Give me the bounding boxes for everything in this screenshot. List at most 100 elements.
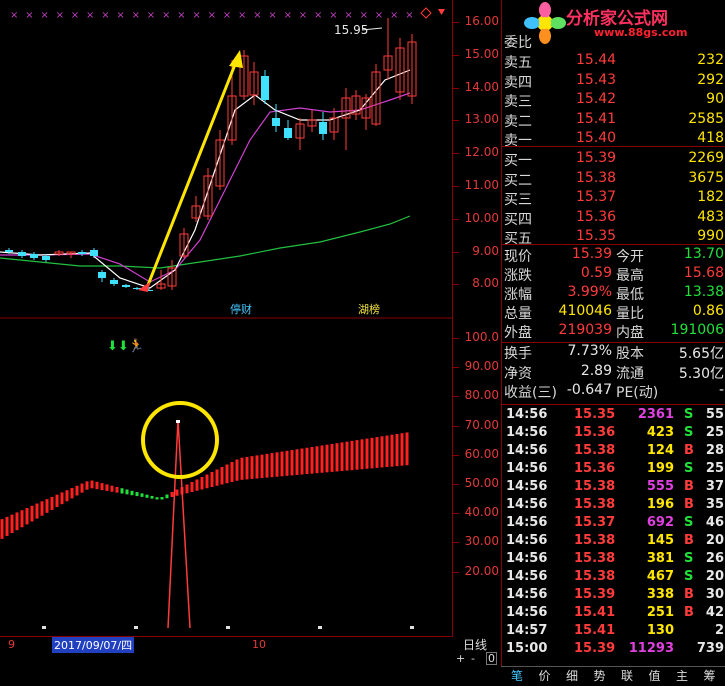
svg-text:×: × [162,10,170,21]
tick-row[interactable]: 14:56 15.35 2361 S 55 [502,407,725,425]
tag-xianbang[interactable]: 湖榜 [358,302,380,316]
tick-price: 15.38 [574,497,616,512]
tick-price: 15.37 [574,515,616,530]
tick-count: 55 [705,407,724,422]
lower-indicator-axis: 100.0 90.00 80.00 70.00 60.00 50.00 40.00 30.00… [453,318,501,636]
tick-side: S [684,515,694,530]
ask-price: 15.41 [576,110,617,127]
kline-svg[interactable]: × × × × × × × × × × × × × × × × × × × × × × × × × × × 15.95 停财 湖榜 … [0,0,453,636]
ask-volume: 292 [697,71,724,88]
tab-3[interactable]: 势 [588,668,612,685]
tick-row[interactable]: 14:56 15.39 338 B 30 [502,587,725,605]
axis-tick-label: 90.00 [464,359,499,374]
ask-label: 卖二 [504,113,532,130]
fin-label: 换手 [504,346,532,362]
tick-row[interactable]: 14:57 15.41 130 2 [502,623,725,641]
tick-row[interactable]: 15:00 15.39 11293 739 [502,641,725,659]
svg-text:×: × [208,10,216,21]
svg-text:⬇⬇: ⬇⬇ [107,339,129,354]
tick-row[interactable]: 14:56 15.38 467 S 20 [502,569,725,587]
tick-volume: 11293 [628,641,674,656]
axis-tick-label: 70.00 [464,417,499,432]
svg-text:×: × [10,10,18,21]
tick-row[interactable]: 14:56 15.38 555 B 37 [502,479,725,497]
fin-row: 净资 2.89 流通 5.30亿 [502,363,725,383]
kline-chart[interactable]: × × × × × × × × × × × × × × × × × × × × × × × × × × × 15.95 停财 湖榜 … [0,0,453,636]
zoom-in-button[interactable]: + [456,652,465,665]
axis-tick-label: 20.00 [464,563,499,578]
bid-row: 买三 15.37 182 [502,189,725,209]
tick-row[interactable]: 14:56 15.36 199 S 25 [502,461,725,479]
tick-time: 14:56 [506,533,548,548]
tag-caicai[interactable]: 停财 [230,302,252,316]
tick-row[interactable]: 14:56 15.41 251 B 42 [502,605,725,623]
tick-volume: 423 [646,425,674,440]
tick-count: 37 [705,479,724,494]
upper-price-axis: 16.00 15.00 14.00 13.00 12.00 11.00 10.00 9.00 8… [453,0,501,318]
tab-0[interactable]: 笔 [505,668,529,685]
stat-label: 最低 [616,287,644,303]
svg-text:×: × [147,10,155,21]
svg-text:×: × [268,10,276,21]
fin-value: 2.89 [580,362,612,379]
axis-tick-label: 14.00 [464,79,499,94]
axis-tick-label: 12.00 [464,145,499,160]
tab-7[interactable]: 筹 [698,668,722,685]
stat-value: 13.70 [683,246,724,262]
tick-time: 14:56 [506,551,548,566]
panel-tabs[interactable]: 笔价细势联值主筹 [501,666,725,686]
tab-4[interactable]: 联 [615,668,639,685]
date-label-selected: 2017/09/07/四 [52,637,135,653]
svg-text:×: × [56,10,64,21]
ask-row: 卖五 15.44 232 [502,52,725,72]
tick-side: B [684,605,694,620]
tick-row[interactable]: 14:56 15.37 692 S 46 [502,515,725,533]
axis-tick-label: 16.00 [464,14,499,28]
tick-row[interactable]: 14:56 15.38 196 B 35 [502,497,725,515]
tick-price: 15.41 [574,605,616,620]
tick-price: 15.38 [574,569,616,584]
axis-tick-label: 80.00 [464,388,499,403]
ask-label: 卖三 [504,94,532,110]
zoom-reset-button[interactable]: 0 [486,652,497,665]
date-bar[interactable]: 9 2017/09/07/四 10 [0,636,453,653]
stat-label: 量比 [616,306,644,322]
tick-time: 14:56 [506,587,548,602]
tick-row[interactable]: 14:56 15.38 124 B 28 [502,443,725,461]
ask-label: 卖四 [504,74,532,91]
tick-price: 15.38 [574,533,616,548]
tab-5[interactable]: 值 [643,668,667,685]
svg-text:×: × [177,10,185,21]
stat-label: 涨跌 [504,268,532,284]
quote-panel: 分析家公式网 www.88gs.com 委比 卖五 15.44 232 卖四 15.43… [501,0,725,666]
tab-6[interactable]: 主 [670,668,694,685]
period-label[interactable]: 日线 [463,636,487,653]
bid-label: 买五 [504,231,532,247]
stat-value: 410046 [558,303,612,319]
ask-price: 15.42 [576,91,617,107]
diamond-icon [420,7,432,19]
tab-1[interactable]: 价 [533,668,557,685]
svg-text:×: × [390,10,398,21]
tick-volume: 381 [646,551,674,566]
tick-row[interactable]: 14:56 15.36 423 S 25 [502,425,725,443]
tick-side: B [684,497,694,512]
tick-volume: 692 [646,515,674,530]
fin-value: 5.65亿 [678,346,724,362]
zoom-out-button[interactable]: - [471,652,475,665]
tick-time: 15:00 [506,641,548,656]
indicator-ribbon [0,432,409,539]
bid-volume: 3675 [688,169,724,186]
bid-row: 买二 15.38 3675 [502,170,725,190]
tick-volume: 2361 [637,407,674,422]
stat-value: 3.99% [567,284,612,300]
tick-volume: 145 [646,533,674,548]
stat-label: 内盘 [616,325,644,341]
tab-2[interactable]: 细 [560,668,584,685]
tick-row[interactable]: 14:56 15.38 145 B 20 [502,533,725,551]
svg-text:×: × [192,10,200,21]
tick-row[interactable]: 14:56 15.38 381 S 26 [502,551,725,569]
axis-tick-label: 15.00 [464,46,499,61]
tick-side: S [684,551,694,566]
tick-count: 26 [705,551,724,566]
